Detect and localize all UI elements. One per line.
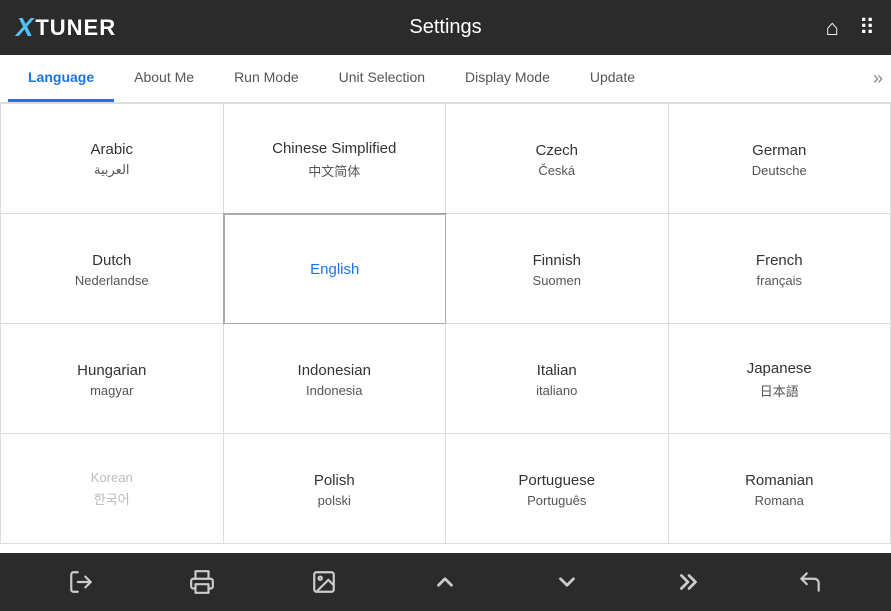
tab-language[interactable]: Language bbox=[8, 55, 114, 102]
lang-korean[interactable]: Korean 한국어 bbox=[1, 434, 224, 544]
lang-romanian-secondary: Romana bbox=[755, 493, 804, 508]
logo-tuner: TUNER bbox=[35, 15, 116, 41]
lang-german-primary: German bbox=[752, 140, 806, 161]
lang-english[interactable]: English bbox=[223, 213, 448, 325]
logout-button[interactable] bbox=[61, 562, 101, 602]
lang-hungarian-secondary: magyar bbox=[90, 383, 133, 398]
lang-italian-primary: Italian bbox=[537, 360, 577, 381]
lang-dutch-secondary: Nederlandse bbox=[75, 273, 149, 288]
chevron-down-button[interactable] bbox=[547, 562, 587, 602]
lang-english-primary: English bbox=[310, 259, 359, 280]
lang-finnish-secondary: Suomen bbox=[533, 273, 581, 288]
lang-japanese[interactable]: Japanese 日本語 bbox=[669, 324, 891, 434]
lang-french-primary: French bbox=[756, 250, 803, 271]
print-button[interactable] bbox=[182, 562, 222, 602]
lang-dutch-primary: Dutch bbox=[92, 250, 131, 271]
lang-polish-secondary: polski bbox=[318, 493, 351, 508]
tab-about-me[interactable]: About Me bbox=[114, 55, 214, 102]
back-button[interactable] bbox=[790, 562, 830, 602]
logo-x: X bbox=[16, 12, 33, 43]
lang-korean-primary: Korean bbox=[91, 469, 133, 487]
lang-indonesian[interactable]: Indonesian Indonesia bbox=[224, 324, 447, 434]
lang-dutch[interactable]: Dutch Nederlandse bbox=[1, 214, 224, 324]
lang-indonesian-secondary: Indonesia bbox=[306, 383, 362, 398]
lang-french-secondary: français bbox=[756, 273, 802, 288]
lang-czech-primary: Czech bbox=[535, 140, 578, 161]
grid-icon[interactable]: ⠿ bbox=[859, 15, 875, 41]
lang-hungarian-primary: Hungarian bbox=[77, 360, 146, 381]
more-tabs-icon[interactable]: » bbox=[873, 68, 883, 89]
lang-polish[interactable]: Polish polski bbox=[224, 434, 447, 544]
lang-german-secondary: Deutsche bbox=[752, 163, 807, 178]
lang-romanian[interactable]: Romanian Romana bbox=[669, 434, 891, 544]
lang-arabic[interactable]: Arabic العربية bbox=[1, 104, 224, 214]
fast-forward-button[interactable] bbox=[669, 562, 709, 602]
lang-portuguese-secondary: Português bbox=[527, 493, 586, 508]
nav-tabs: Language About Me Run Mode Unit Selectio… bbox=[0, 55, 891, 103]
lang-chinese-secondary: 中文简体 bbox=[308, 161, 360, 180]
header: X TUNER Settings ⌂ ⠿ bbox=[0, 0, 891, 55]
tab-display-mode[interactable]: Display Mode bbox=[445, 55, 570, 102]
lang-czech[interactable]: Czech Česká bbox=[446, 104, 669, 214]
lang-portuguese[interactable]: Portuguese Português bbox=[446, 434, 669, 544]
page-title: Settings bbox=[409, 16, 481, 39]
lang-japanese-secondary: 日本語 bbox=[760, 381, 799, 400]
lang-polish-primary: Polish bbox=[314, 470, 355, 491]
lang-italian-secondary: italiano bbox=[536, 383, 577, 398]
chevron-up-button[interactable] bbox=[425, 562, 465, 602]
lang-korean-secondary: 한국어 bbox=[94, 489, 130, 508]
lang-arabic-primary: Arabic bbox=[90, 139, 133, 160]
lang-finnish[interactable]: Finnish Suomen bbox=[446, 214, 669, 324]
tab-run-mode[interactable]: Run Mode bbox=[214, 55, 319, 102]
lang-chinese-simplified[interactable]: Chinese Simplified 中文简体 bbox=[224, 104, 447, 214]
logo: X TUNER bbox=[16, 12, 116, 43]
language-grid: Arabic العربية Chinese Simplified 中文简体 C… bbox=[0, 103, 891, 544]
home-icon[interactable]: ⌂ bbox=[826, 15, 839, 41]
language-grid-container: Arabic العربية Chinese Simplified 中文简体 C… bbox=[0, 103, 891, 553]
lang-german[interactable]: German Deutsche bbox=[669, 104, 891, 214]
main-content: Arabic العربية Chinese Simplified 中文简体 C… bbox=[0, 103, 891, 553]
footer bbox=[0, 553, 891, 611]
lang-italian[interactable]: Italian italiano bbox=[446, 324, 669, 434]
header-icons: ⌂ ⠿ bbox=[826, 15, 875, 41]
tab-update[interactable]: Update bbox=[570, 55, 655, 102]
lang-arabic-secondary: العربية bbox=[94, 162, 130, 178]
lang-romanian-primary: Romanian bbox=[745, 470, 813, 491]
lang-french[interactable]: French français bbox=[669, 214, 891, 324]
lang-finnish-primary: Finnish bbox=[533, 250, 581, 271]
lang-indonesian-primary: Indonesian bbox=[298, 360, 371, 381]
lang-japanese-primary: Japanese bbox=[747, 358, 812, 379]
lang-hungarian[interactable]: Hungarian magyar bbox=[1, 324, 224, 434]
lang-chinese-primary: Chinese Simplified bbox=[272, 138, 396, 159]
tab-unit-selection[interactable]: Unit Selection bbox=[319, 55, 445, 102]
lang-portuguese-primary: Portuguese bbox=[518, 470, 595, 491]
lang-czech-secondary: Česká bbox=[538, 163, 575, 178]
image-button[interactable] bbox=[304, 562, 344, 602]
